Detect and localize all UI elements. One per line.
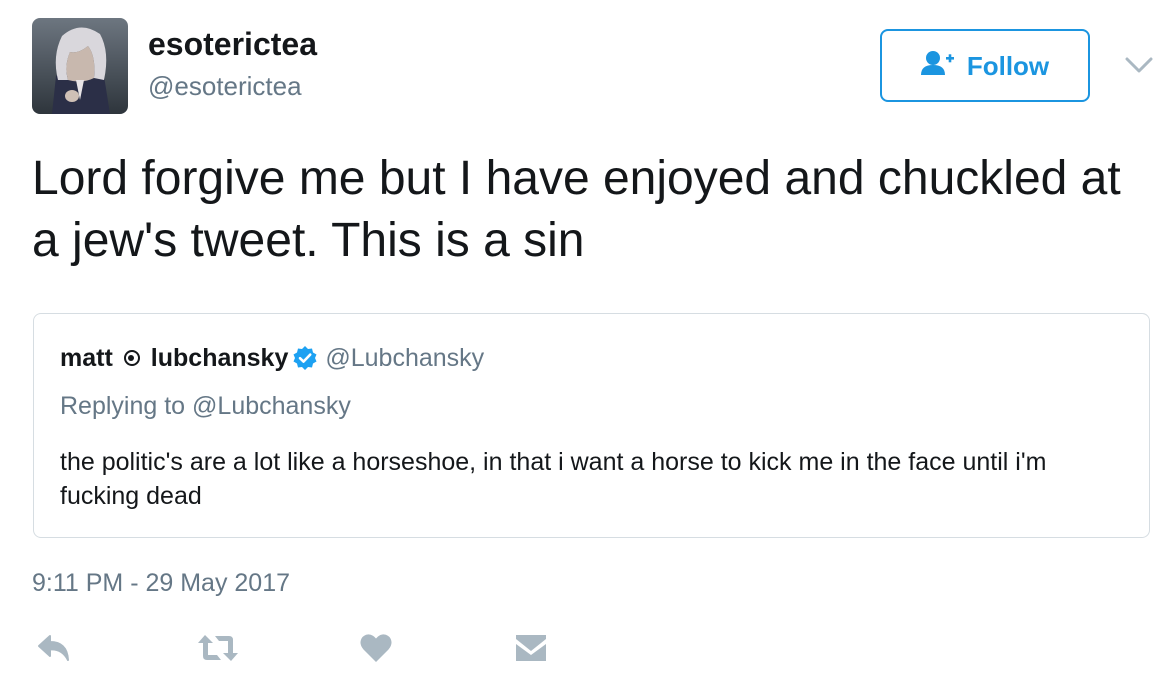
- verified-badge-icon: [292, 345, 318, 371]
- like-button[interactable]: [358, 630, 394, 670]
- author-name[interactable]: esoterictea: [148, 24, 317, 64]
- retweet-icon: [196, 633, 240, 668]
- replying-to-handle[interactable]: @Lubchansky: [192, 392, 351, 420]
- reply-icon: [36, 634, 72, 667]
- like-icon: [359, 633, 393, 668]
- quoted-tweet-card[interactable]: matt lubchansky @Lubchansky Replying to …: [33, 313, 1150, 538]
- quoted-author-name-first: matt: [60, 344, 113, 372]
- replying-to: Replying to @Lubchansky: [60, 390, 351, 422]
- tweet-text: Lord forgive me but I have enjoyed and c…: [32, 152, 1121, 267]
- tweet-timestamp[interactable]: 9:11 PM - 29 May 2017: [32, 567, 290, 599]
- direct-message-icon: [514, 633, 548, 668]
- quoted-tweet-text: the politic's are a lot like a horseshoe…: [60, 448, 1047, 510]
- quoted-author-name[interactable]: matt lubchansky: [60, 342, 288, 374]
- reply-button[interactable]: [34, 630, 74, 670]
- author-handle[interactable]: @esoterictea: [148, 70, 302, 102]
- follow-user-icon: [920, 50, 955, 81]
- quoted-author-handle[interactable]: @Lubchansky: [325, 342, 484, 374]
- black-circle-emoji-icon: [123, 350, 140, 366]
- quoted-tweet-header: matt lubchansky @Lubchansky: [60, 342, 484, 374]
- author-avatar[interactable]: [32, 18, 128, 114]
- follow-button[interactable]: Follow: [880, 29, 1090, 102]
- follow-button-label: Follow: [966, 50, 1050, 81]
- tweet-actions: [0, 620, 1162, 680]
- replying-to-label: Replying to: [60, 392, 186, 420]
- quoted-author-name-last: lubchansky: [150, 344, 289, 372]
- retweet-button[interactable]: [195, 630, 241, 670]
- chevron-down-icon[interactable]: [1124, 54, 1154, 76]
- direct-message-button[interactable]: [513, 630, 549, 670]
